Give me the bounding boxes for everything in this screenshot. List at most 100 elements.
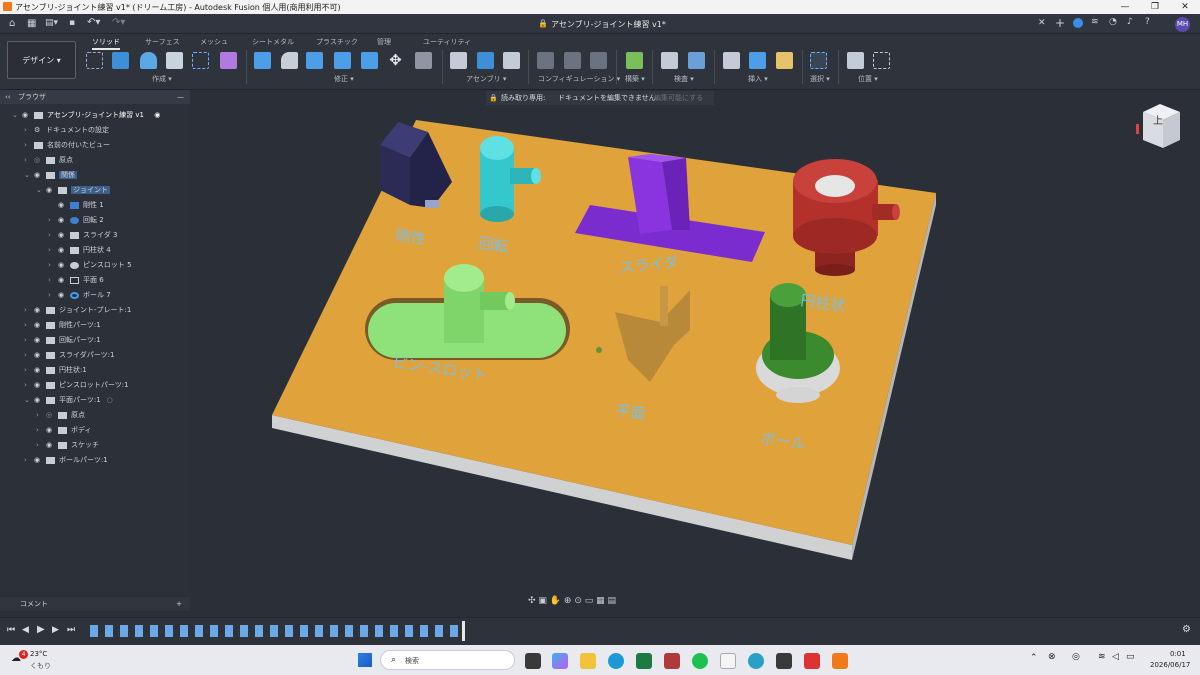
insert-derive-icon[interactable]	[723, 52, 740, 69]
eye-icon[interactable]: ◉	[46, 183, 58, 197]
expand-icon[interactable]: ›	[48, 213, 58, 227]
press-pull-icon[interactable]	[254, 52, 271, 69]
tab-sheetmetal[interactable]: シートメタル	[252, 37, 294, 47]
eye-icon[interactable]: ◉	[34, 318, 46, 332]
eye-hidden-icon[interactable]: ◎	[46, 408, 58, 422]
expand-icon[interactable]: ›	[48, 258, 58, 272]
expand-icon[interactable]: ›	[36, 423, 46, 437]
shell-icon[interactable]	[306, 52, 323, 69]
excel-icon[interactable]	[636, 653, 652, 669]
volume-icon[interactable]: ◁	[1112, 652, 1119, 662]
tab-mesh[interactable]: メッシュ	[200, 37, 228, 47]
look-at-icon[interactable]: ▣	[538, 596, 547, 606]
tree-item[interactable]: › ◉ ピンスロットパーツ:1	[24, 378, 129, 392]
eye-icon[interactable]: ◉	[58, 288, 70, 302]
tree-item[interactable]: › ◎ 原点	[36, 408, 85, 422]
collapse-icon[interactable]: ‹‹	[5, 90, 11, 104]
tree-item[interactable]: ⌄ ◉ 平面パーツ:1 ○	[24, 393, 113, 407]
security-icon[interactable]	[804, 653, 820, 669]
task-view-icon[interactable]	[525, 653, 541, 669]
grid-settings-icon[interactable]: ▦	[596, 596, 605, 606]
expand-icon[interactable]: ›	[24, 348, 34, 362]
app-icon[interactable]	[664, 653, 680, 669]
tab-surface[interactable]: サーフェス	[145, 37, 180, 47]
as-built-joint-icon[interactable]	[503, 52, 520, 69]
expand-icon[interactable]: ›	[24, 138, 34, 152]
expand-icon[interactable]: ›	[36, 408, 46, 422]
fit-icon[interactable]: ⊙	[574, 596, 582, 606]
capture-position-icon[interactable]	[873, 52, 890, 69]
configure-table-icon[interactable]	[564, 52, 581, 69]
combine-icon[interactable]	[334, 52, 351, 69]
tree-item-joint[interactable]: › ◉ 円柱状 4	[48, 243, 111, 257]
new-sketch-icon[interactable]	[86, 52, 103, 69]
eye-icon[interactable]: ◉	[34, 393, 46, 407]
eye-icon[interactable]: ◉	[34, 303, 46, 317]
fillet-icon[interactable]	[281, 52, 298, 69]
tree-item-joint[interactable]: › ◉ ピンスロット 5	[48, 258, 132, 272]
expand-icon[interactable]: ⌄	[24, 393, 34, 407]
expand-icon[interactable]: ›	[24, 153, 34, 167]
insert-canvas-icon[interactable]	[749, 52, 766, 69]
redo-icon[interactable]: ↷▾	[112, 17, 125, 28]
line-icon[interactable]	[692, 653, 708, 669]
extensions-icon[interactable]	[1073, 18, 1083, 28]
eye-icon[interactable]: ◉	[46, 423, 58, 437]
step-forward-icon[interactable]: ▶	[52, 625, 59, 635]
eye-icon[interactable]: ◉	[34, 168, 46, 182]
tab-utilities[interactable]: ユーティリティ	[423, 37, 471, 47]
add-comment-icon[interactable]: +	[176, 597, 182, 611]
tree-item[interactable]: › ◉ 回転パーツ:1	[24, 333, 101, 347]
pattern-icon[interactable]	[192, 52, 209, 69]
new-tab-icon[interactable]: +	[1055, 16, 1065, 30]
app-tray-icon[interactable]: ⊗	[1048, 652, 1056, 662]
notifications-icon[interactable]: ◔	[1109, 17, 1117, 27]
tree-item[interactable]: › ◉ ジョイント-プレート:1	[24, 303, 131, 317]
sync-tray-icon[interactable]: ◎	[1072, 652, 1080, 662]
eye-hidden-icon[interactable]: ◎	[34, 153, 46, 167]
revolve-icon[interactable]	[140, 52, 157, 69]
offset-plane-icon[interactable]	[626, 52, 643, 69]
position-icon[interactable]	[847, 52, 864, 69]
expand-icon[interactable]: ›	[48, 228, 58, 242]
group-position[interactable]: 位置 ▾	[858, 74, 878, 84]
joint-icon[interactable]	[477, 52, 494, 69]
eye-icon[interactable]: ◉	[34, 363, 46, 377]
align-icon[interactable]	[415, 52, 432, 69]
tree-item-joint[interactable]: › ◉ 回転 2	[48, 213, 104, 227]
go-to-end-icon[interactable]: ⏭	[67, 625, 75, 635]
insert-mesh-icon[interactable]	[776, 52, 793, 69]
tree-item[interactable]: ⌄ ◉ 関係	[24, 168, 77, 182]
expand-icon[interactable]: ›	[24, 333, 34, 347]
configure-rule-icon[interactable]	[590, 52, 607, 69]
close-icon[interactable]: ✕	[1170, 0, 1200, 14]
minimize-icon[interactable]: —	[1110, 0, 1140, 14]
group-construct[interactable]: 構築 ▾	[625, 74, 645, 84]
bell-icon[interactable]: ♪	[1127, 17, 1133, 27]
group-modify[interactable]: 修正 ▾	[334, 74, 354, 84]
tree-item-joint[interactable]: ◉ 剛性 1	[48, 198, 104, 212]
file-explorer-icon[interactable]	[580, 653, 596, 669]
pan-icon[interactable]: ✋	[550, 596, 561, 606]
file-icon[interactable]: ▤▾	[45, 18, 58, 28]
eye-icon[interactable]: ◉	[34, 378, 46, 392]
job-status-icon[interactable]: ≋	[1091, 17, 1099, 27]
expand-icon[interactable]: ›	[48, 243, 58, 257]
expand-icon[interactable]: ⌄	[24, 168, 34, 182]
create-form-icon[interactable]	[220, 52, 237, 69]
tab-plastic[interactable]: プラスチック	[316, 37, 358, 47]
avatar[interactable]: MH	[1175, 17, 1190, 32]
tree-item[interactable]: ⌄ ◉ ジョイント	[36, 183, 110, 197]
eye-icon[interactable]: ◉	[58, 198, 70, 212]
go-to-start-icon[interactable]: ⏮	[7, 625, 15, 635]
tree-item[interactable]: › ⚙ ドキュメントの設定	[24, 123, 109, 137]
tree-item[interactable]: › ◉ ボディ	[36, 423, 92, 437]
viewports-icon[interactable]: ▤	[608, 596, 617, 606]
tree-item-joint[interactable]: › ◉ 平面 6	[48, 273, 104, 287]
radio-icon[interactable]: ○	[107, 396, 113, 404]
select-icon[interactable]	[810, 52, 827, 69]
new-component-icon[interactable]	[450, 52, 467, 69]
tree-root[interactable]: ⌄ ◉ アセンブリ-ジョイント練習 v1 ◉	[12, 108, 160, 122]
expand-icon[interactable]: ⌄	[36, 183, 46, 197]
tree-item[interactable]: › ◉ 円柱状:1	[24, 363, 87, 377]
